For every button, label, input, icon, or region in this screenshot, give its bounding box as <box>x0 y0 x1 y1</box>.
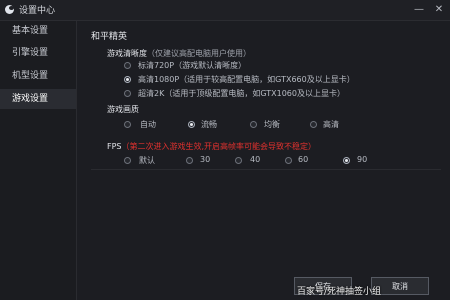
sidebar-item-device[interactable]: 机型设置 <box>0 66 76 86</box>
quality-balanced-radio[interactable] <box>250 121 257 128</box>
sidebar-item-game[interactable]: 游戏设置 <box>0 89 76 109</box>
resolution-label-text: 游戏清晰度 <box>107 49 147 58</box>
fps-90-radio[interactable] <box>343 157 350 164</box>
title-bar: 设置中心 — ✕ <box>0 0 450 21</box>
fps-30-radio[interactable] <box>186 157 193 164</box>
close-button[interactable]: ✕ <box>432 3 446 17</box>
app-logo-icon <box>5 5 14 14</box>
section-divider <box>91 169 441 170</box>
quality-auto-radio[interactable] <box>124 121 131 128</box>
fps-30-label[interactable]: 30 <box>200 155 210 164</box>
fps-90-label[interactable]: 90 <box>357 155 367 164</box>
resolution-1080p-radio[interactable] <box>124 76 131 83</box>
fps-60-radio[interactable] <box>285 157 292 164</box>
fps-label-text: FPS <box>107 142 122 151</box>
minimize-button[interactable]: — <box>412 3 426 17</box>
fps-60-label[interactable]: 60 <box>298 155 308 164</box>
game-title: 和平精英 <box>91 32 128 42</box>
resolution-label: 游戏清晰度（仅建议高配电脑用户使用） <box>107 48 251 59</box>
quality-label: 游戏画质 <box>107 105 139 114</box>
fps-40-radio[interactable] <box>235 157 242 164</box>
resolution-2k-label[interactable]: 超清2K（适用于顶级配置电脑，如GTX1060及以上显卡） <box>138 88 345 99</box>
fps-label: FPS（第二次进入游戏生效,开启高帧率可能会导致不稳定） <box>107 141 316 152</box>
resolution-2k-radio[interactable] <box>124 90 131 97</box>
quality-auto-label[interactable]: 自动 <box>140 119 156 130</box>
quality-hd-label[interactable]: 高清 <box>323 119 339 130</box>
quality-hd-radio[interactable] <box>310 121 317 128</box>
sidebar-item-basic[interactable]: 基本设置 <box>0 21 76 41</box>
resolution-720p-radio[interactable] <box>124 62 131 69</box>
watermark: 百家号/死神抽签小组 <box>297 287 382 297</box>
fps-default-label[interactable]: 默认 <box>139 155 155 166</box>
settings-window: 设置中心 — ✕ 基本设置 引擎设置 机型设置 游戏设置 和平精英 游戏清晰度（… <box>0 0 450 300</box>
settings-panel: 和平精英 游戏清晰度（仅建议高配电脑用户使用） 标清720P（游戏默认清晰度） … <box>77 21 450 300</box>
quality-balanced-label[interactable]: 均衡 <box>264 119 280 130</box>
quality-smooth-radio[interactable] <box>188 121 195 128</box>
resolution-hint: （仅建议高配电脑用户使用） <box>147 49 251 58</box>
fps-warning: （第二次进入游戏生效,开启高帧率可能会导致不稳定） <box>121 142 317 151</box>
resolution-720p-label[interactable]: 标清720P（游戏默认清晰度） <box>138 60 246 71</box>
sidebar: 基本设置 引擎设置 机型设置 游戏设置 <box>0 21 77 300</box>
fps-default-radio[interactable] <box>124 157 131 164</box>
fps-40-label[interactable]: 40 <box>250 155 260 164</box>
resolution-1080p-label[interactable]: 高清1080P（适用于较高配置电脑，如GTX660及以上显卡） <box>138 74 355 85</box>
sidebar-item-engine[interactable]: 引擎设置 <box>0 43 76 63</box>
window-title: 设置中心 <box>19 6 56 16</box>
quality-smooth-label[interactable]: 流畅 <box>201 119 217 130</box>
